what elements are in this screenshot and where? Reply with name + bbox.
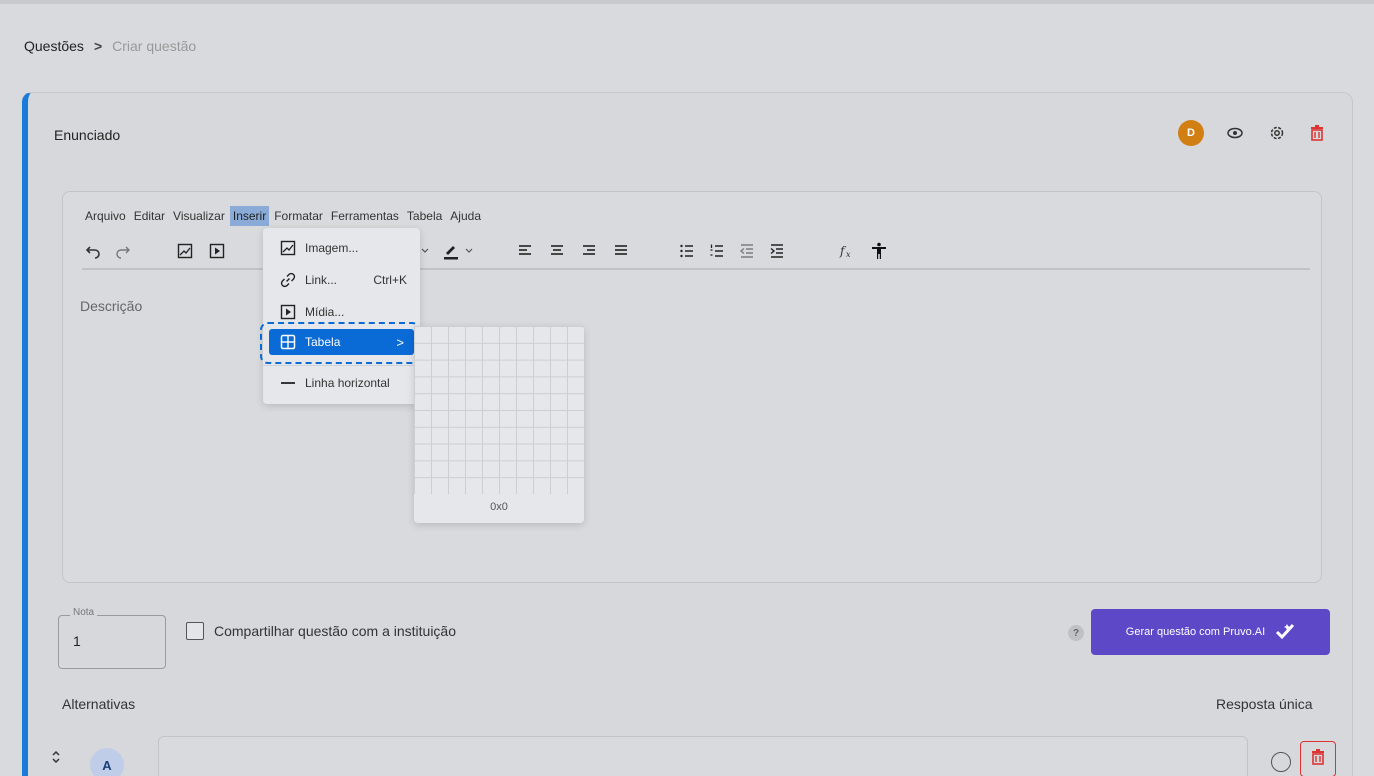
menu-ferramentas[interactable]: Ferramentas xyxy=(328,206,402,226)
gear-icon[interactable] xyxy=(1266,122,1288,144)
statement-title: Enunciado xyxy=(54,127,121,143)
indent-icon[interactable] xyxy=(766,240,788,262)
insert-media-icon[interactable] xyxy=(206,240,228,262)
eye-icon[interactable] xyxy=(1224,122,1246,144)
insert-image-icon[interactable] xyxy=(174,240,196,262)
trash-icon[interactable] xyxy=(1306,122,1328,144)
image-icon xyxy=(279,239,297,257)
insert-link-shortcut: Ctrl+K xyxy=(373,273,407,287)
share-checkbox-label[interactable]: Compartilhar questão com a instituição xyxy=(214,623,456,639)
nota-value: 1 xyxy=(73,633,81,649)
top-border xyxy=(0,0,1374,4)
menu-ajuda[interactable]: Ajuda xyxy=(447,206,484,226)
link-icon xyxy=(279,271,297,289)
menu-editar[interactable]: Editar xyxy=(131,206,168,226)
highlight-color-icon[interactable] xyxy=(440,240,462,262)
menu-divider xyxy=(263,365,420,366)
menu-inserir[interactable]: Inserir xyxy=(229,206,270,226)
editor-placeholder: Descrição xyxy=(80,298,143,314)
correct-answer-radio[interactable] xyxy=(1271,752,1291,772)
insert-menu-dropdown: Imagem... Link... Ctrl+K Mídia... Tabela… xyxy=(263,228,420,404)
breadcrumb-separator: > xyxy=(93,38,103,54)
redo-icon[interactable] xyxy=(112,240,134,262)
generate-ai-button[interactable]: Gerar questão com Pruvo.AI xyxy=(1091,609,1330,655)
align-center-icon[interactable] xyxy=(546,240,568,262)
bullet-list-icon[interactable] xyxy=(676,240,698,262)
insert-media-label: Mídia... xyxy=(305,305,345,319)
breadcrumb-current: Criar questão xyxy=(112,38,197,54)
breadcrumb-parent-link[interactable]: Questões xyxy=(24,38,84,54)
reorder-handle-icon[interactable] xyxy=(50,749,62,768)
chevron-down-icon[interactable] xyxy=(462,240,476,262)
magic-check-icon xyxy=(1275,622,1295,643)
breadcrumb: Questões > Criar questão xyxy=(24,38,196,54)
trash-icon xyxy=(1309,748,1327,771)
generate-ai-label: Gerar questão com Pruvo.AI xyxy=(1125,626,1266,638)
formula-icon[interactable]: fx xyxy=(836,240,858,262)
align-right-icon[interactable] xyxy=(578,240,600,262)
menu-formatar[interactable]: Formatar xyxy=(271,206,326,226)
insert-horizontal-line-item[interactable]: Linha horizontal xyxy=(263,370,420,396)
delete-alternative-button[interactable] xyxy=(1300,741,1336,776)
answer-mode-label[interactable]: Resposta única xyxy=(1216,696,1313,712)
table-size-picker: 0x0 xyxy=(414,326,584,523)
align-justify-icon[interactable] xyxy=(610,240,632,262)
horizontal-line-icon xyxy=(279,374,297,392)
svg-text:x: x xyxy=(846,250,851,259)
insert-link-label: Link... xyxy=(305,273,338,287)
menu-visualizar[interactable]: Visualizar xyxy=(170,206,228,226)
accessibility-icon[interactable] xyxy=(868,240,890,262)
insert-image-item[interactable]: Imagem... xyxy=(263,235,420,261)
chevron-down-icon[interactable] xyxy=(418,240,432,262)
nota-legend: Nota xyxy=(70,607,98,618)
avatar[interactable]: D xyxy=(1178,120,1204,146)
alternatives-title: Alternativas xyxy=(62,696,136,712)
insert-link-item[interactable]: Link... Ctrl+K xyxy=(263,267,420,293)
outdent-icon[interactable] xyxy=(736,240,758,262)
insert-image-label: Imagem... xyxy=(305,241,359,255)
help-icon[interactable]: ? xyxy=(1068,625,1084,641)
editor-menubar: Arquivo Editar Visualizar Inserir Format… xyxy=(82,206,484,226)
table-size-label: 0x0 xyxy=(490,501,508,513)
align-left-icon[interactable] xyxy=(514,240,536,262)
share-checkbox[interactable] xyxy=(186,622,204,640)
focus-highlight xyxy=(260,322,420,364)
alternative-letter: A xyxy=(90,748,124,776)
alternative-input[interactable] xyxy=(158,736,1248,776)
menu-arquivo[interactable]: Arquivo xyxy=(82,206,129,226)
menu-tabela[interactable]: Tabela xyxy=(404,206,445,226)
undo-icon[interactable] xyxy=(82,240,104,262)
insert-horizontal-line-label: Linha horizontal xyxy=(305,376,390,390)
numbered-list-icon[interactable] xyxy=(706,240,728,262)
media-icon xyxy=(279,303,297,321)
table-size-grid[interactable] xyxy=(414,326,584,494)
